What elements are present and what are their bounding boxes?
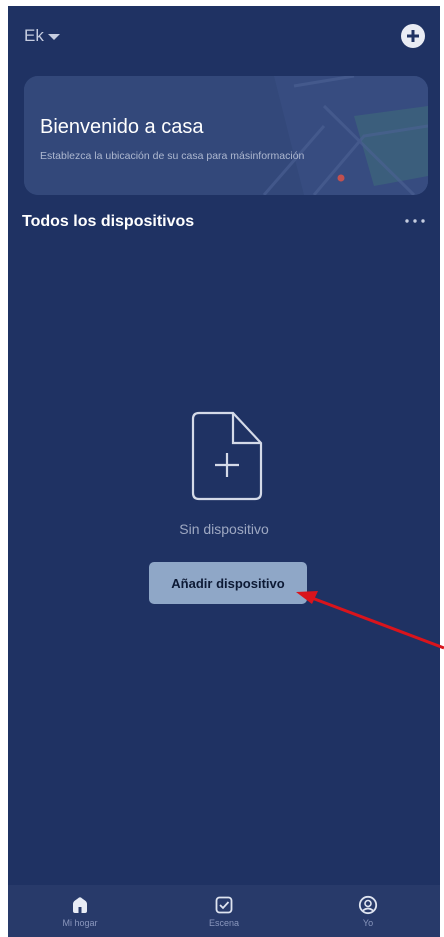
tab-mi-hogar[interactable]: Mi hogar	[8, 885, 152, 937]
add-document-icon	[191, 411, 263, 501]
tab-label-yo: Yo	[362, 918, 374, 928]
top-bar: Ek	[8, 6, 440, 66]
caret-down-icon	[47, 34, 60, 40]
profile-icon	[358, 895, 378, 915]
welcome-title: Bienvenido a casa	[40, 116, 204, 138]
tab-label-mi-hogar: Mi hogar	[62, 918, 98, 928]
devices-section-title: Todos los dispositivos	[22, 213, 195, 230]
home-icon	[73, 897, 87, 913]
home-name-label: Ek	[24, 26, 44, 45]
empty-state-message: Sin dispositivo	[179, 521, 269, 537]
more-options-icon[interactable]	[404, 216, 426, 226]
app-screen: Ek Bienvenido a casa Establezca la ubica…	[8, 6, 440, 937]
home-selector[interactable]: Ek	[24, 26, 60, 46]
add-plus-icon[interactable]	[401, 24, 425, 48]
scene-checkbox-icon	[215, 896, 233, 914]
tab-yo[interactable]: Yo	[296, 885, 440, 937]
bottom-tab-bar: Mi hogar Escena Yo	[8, 885, 440, 937]
tab-escena[interactable]: Escena	[152, 885, 296, 937]
tab-label-escena: Escena	[208, 918, 240, 928]
welcome-subtitle: Establezca la ubicación de su casa para …	[40, 150, 305, 162]
welcome-card[interactable]: Bienvenido a casa Establezca la ubicació…	[24, 76, 428, 195]
add-device-button[interactable]: Añadir dispositivo	[149, 562, 307, 604]
